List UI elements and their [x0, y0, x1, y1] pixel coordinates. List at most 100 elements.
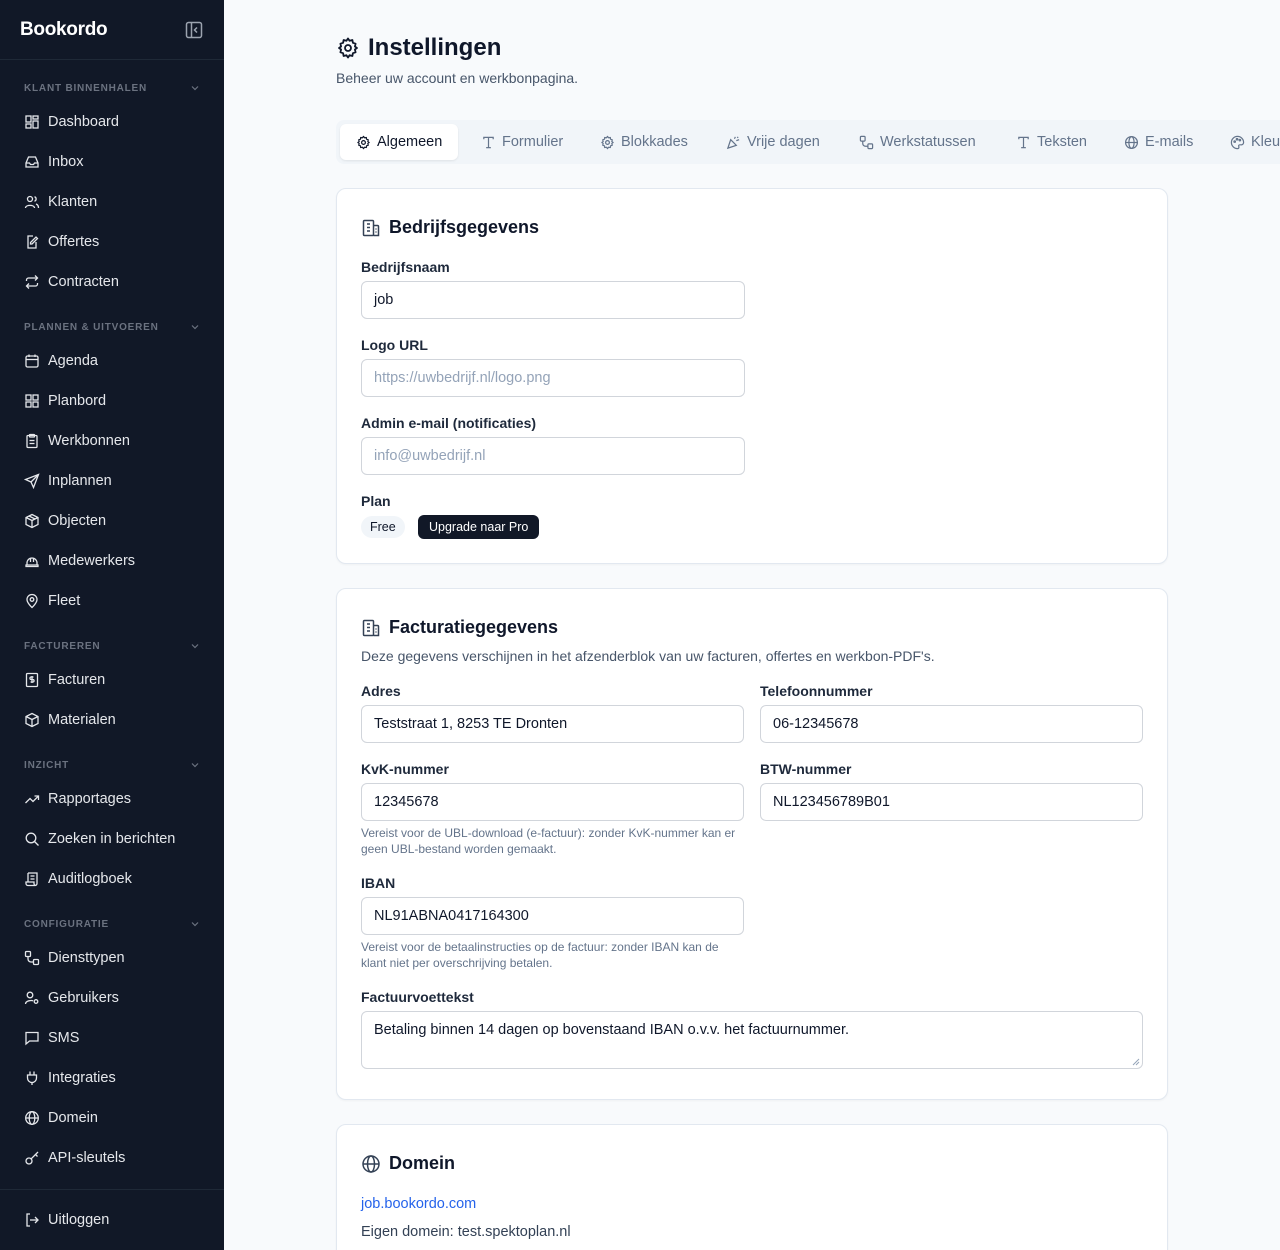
user-cog-icon	[24, 991, 39, 1005]
gear-icon	[338, 37, 358, 59]
section-inzicht[interactable]: INZICHT	[24, 758, 200, 772]
sidebar-item-werkbonnen[interactable]: Werkbonnen	[16, 425, 208, 457]
sidebar-item-auditlogboek[interactable]: Auditlogboek	[16, 863, 208, 895]
sidebar-item-medewerkers[interactable]: Medewerkers	[16, 545, 208, 577]
card-title-text: Facturatiegegevens	[389, 617, 559, 637]
message-icon	[25, 1031, 39, 1046]
sidebar-item-zoeken-in-berichten[interactable]: Zoeken in berichten	[16, 823, 208, 855]
domain-link[interactable]: job.bookordo.com	[361, 1196, 476, 1212]
sidebar-item-api-sleutels[interactable]: API-sleutels	[16, 1142, 208, 1174]
logout-button[interactable]: Uitloggen	[16, 1204, 208, 1236]
admin-email-input[interactable]: info@uwbedrijf.nl	[361, 437, 745, 475]
chevron-down-icon	[191, 922, 199, 927]
tab-vrije-dagen[interactable]: Vrije dagen	[708, 124, 820, 160]
tab-label: Vrije dagen	[747, 134, 820, 150]
sidebar-item-fleet[interactable]: Fleet	[16, 585, 208, 617]
phone-input[interactable]: 06-12345678	[760, 705, 1143, 743]
sidebar-item-label: Zoeken in berichten	[48, 831, 176, 847]
sidebar-item-label: Integraties	[48, 1070, 116, 1086]
logo-url-input[interactable]: https://uwbedrijf.nl/logo.png	[361, 359, 745, 397]
sidebar-item-planbord[interactable]: Planbord	[16, 385, 208, 417]
resize-handle-icon[interactable]	[1132, 1058, 1140, 1066]
sidebar-item-gebruikers[interactable]: Gebruikers	[16, 982, 208, 1014]
iban-label: IBAN	[361, 875, 396, 891]
tab-label: Formulier	[502, 134, 564, 150]
sidebar-item-label: Contracten	[48, 274, 119, 290]
sidebar-item-sms[interactable]: SMS	[16, 1022, 208, 1054]
plan-label: Plan	[361, 493, 391, 509]
sidebar-item-facturen[interactable]: Facturen	[16, 664, 208, 696]
section-factureren[interactable]: FACTUREREN	[24, 639, 200, 653]
grid-icon	[25, 394, 39, 408]
type-icon	[1018, 136, 1029, 148]
tab-formulier[interactable]: Formulier	[463, 124, 563, 160]
chevron-down-icon	[191, 86, 199, 91]
billing-card: Facturatiegegevens Deze gegevens verschi…	[336, 588, 1168, 1100]
sidebar-item-klanten[interactable]: Klanten	[16, 186, 208, 218]
card-title: Facturatiegegevens	[361, 617, 558, 638]
upgrade-button[interactable]: Upgrade naar Pro	[418, 515, 540, 539]
sidebar-item-inplannen[interactable]: Inplannen	[16, 465, 208, 497]
company-name-label: Bedrijfsnaam	[361, 259, 450, 275]
sidebar-item-domein[interactable]: Domein	[16, 1102, 208, 1134]
sidebar-collapse-icon[interactable]	[185, 21, 203, 39]
clipboard-icon	[26, 433, 38, 449]
card-title: Bedrijfsgegevens	[361, 217, 539, 238]
tab-label: Blokkades	[621, 134, 688, 150]
page-subtitle: Beheer uw account en werkbonpagina.	[336, 70, 579, 86]
calendar-icon	[25, 354, 39, 368]
sidebar-item-rapportages[interactable]: Rapportages	[16, 783, 208, 815]
address-input[interactable]: Teststraat 1, 8253 TE Dronten	[361, 705, 744, 743]
tab-werkstatussen[interactable]: Werkstatussen	[841, 124, 976, 160]
tab-blokkades[interactable]: Blokkades	[582, 124, 688, 160]
sidebar-item-offertes[interactable]: Offertes	[16, 226, 208, 258]
sidebar-item-agenda[interactable]: Agenda	[16, 345, 208, 377]
sidebar-item-inbox[interactable]: Inbox	[16, 146, 208, 178]
sidebar-item-label: Agenda	[48, 353, 98, 369]
map-pin-icon	[26, 593, 38, 609]
building-icon	[362, 219, 380, 236]
sidebar-item-dashboard[interactable]: Dashboard	[16, 106, 208, 138]
section-configuratie[interactable]: CONFIGURATIE	[24, 917, 200, 931]
btw-input[interactable]: NL123456789B01	[760, 783, 1143, 821]
repeat-icon	[25, 275, 39, 289]
iban-input[interactable]: NL91ABNA0417164300	[361, 897, 744, 935]
company-name-input[interactable]: job	[361, 281, 745, 319]
section-klant-binnenhalen[interactable]: KLANT BINNENHALEN	[24, 81, 200, 95]
globe-icon	[1124, 135, 1139, 149]
sidebar-item-integraties[interactable]: Integraties	[16, 1062, 208, 1094]
logout-icon	[26, 1213, 39, 1227]
tab-teksten[interactable]: Teksten	[998, 124, 1087, 160]
custom-domain-text: Eigen domein: test.spektoplan.nl	[361, 1224, 571, 1240]
tab-label: Werkstatussen	[880, 134, 976, 150]
sidebar-item-diensttypen[interactable]: Diensttypen	[16, 942, 208, 974]
invoice-footer-textarea[interactable]: Betaling binnen 14 dagen op bovenstaand …	[361, 1011, 1143, 1069]
sidebar: Bookordo KLANT BINNENHALEN Dashboard Inb…	[0, 0, 224, 1250]
sidebar-item-label: Facturen	[48, 672, 106, 688]
invoice-footer-text: Betaling binnen 14 dagen op bovenstaand …	[374, 1022, 850, 1038]
card-title: Domein	[361, 1153, 455, 1174]
card-title-text: Domein	[389, 1153, 456, 1173]
page-title-text: Instellingen	[368, 34, 502, 61]
gear-icon	[357, 135, 370, 149]
sidebar-item-label: Rapportages	[48, 791, 132, 807]
sidebar-item-contracten[interactable]: Contracten	[16, 266, 208, 298]
address-label: Adres	[361, 683, 401, 699]
inbox-icon	[25, 156, 39, 168]
section-plannen-uitvoeren[interactable]: PLANNEN & UITVOEREN	[24, 320, 200, 334]
globe-icon	[25, 1111, 39, 1125]
dashboard-icon	[25, 115, 39, 129]
kvk-input[interactable]: 12345678	[361, 783, 744, 821]
sidebar-item-label: Offertes	[48, 234, 100, 250]
tab-kleuren[interactable]: Kleu	[1212, 124, 1280, 160]
sidebar-item-label: Klanten	[48, 194, 98, 210]
tab-algemeen[interactable]: Algemeen	[340, 124, 459, 160]
brand-logo[interactable]: Bookordo	[20, 19, 108, 41]
tab-e-mails[interactable]: E-mails	[1106, 124, 1193, 160]
sidebar-item-label: Objecten	[48, 513, 107, 529]
sidebar-item-label: Gebruikers	[48, 990, 119, 1006]
sidebar-item-label: Planbord	[48, 393, 107, 409]
sidebar-item-materialen[interactable]: Materialen	[16, 704, 208, 736]
sidebar-item-objecten[interactable]: Objecten	[16, 505, 208, 537]
sidebar-item-label: Werkbonnen	[48, 433, 130, 449]
